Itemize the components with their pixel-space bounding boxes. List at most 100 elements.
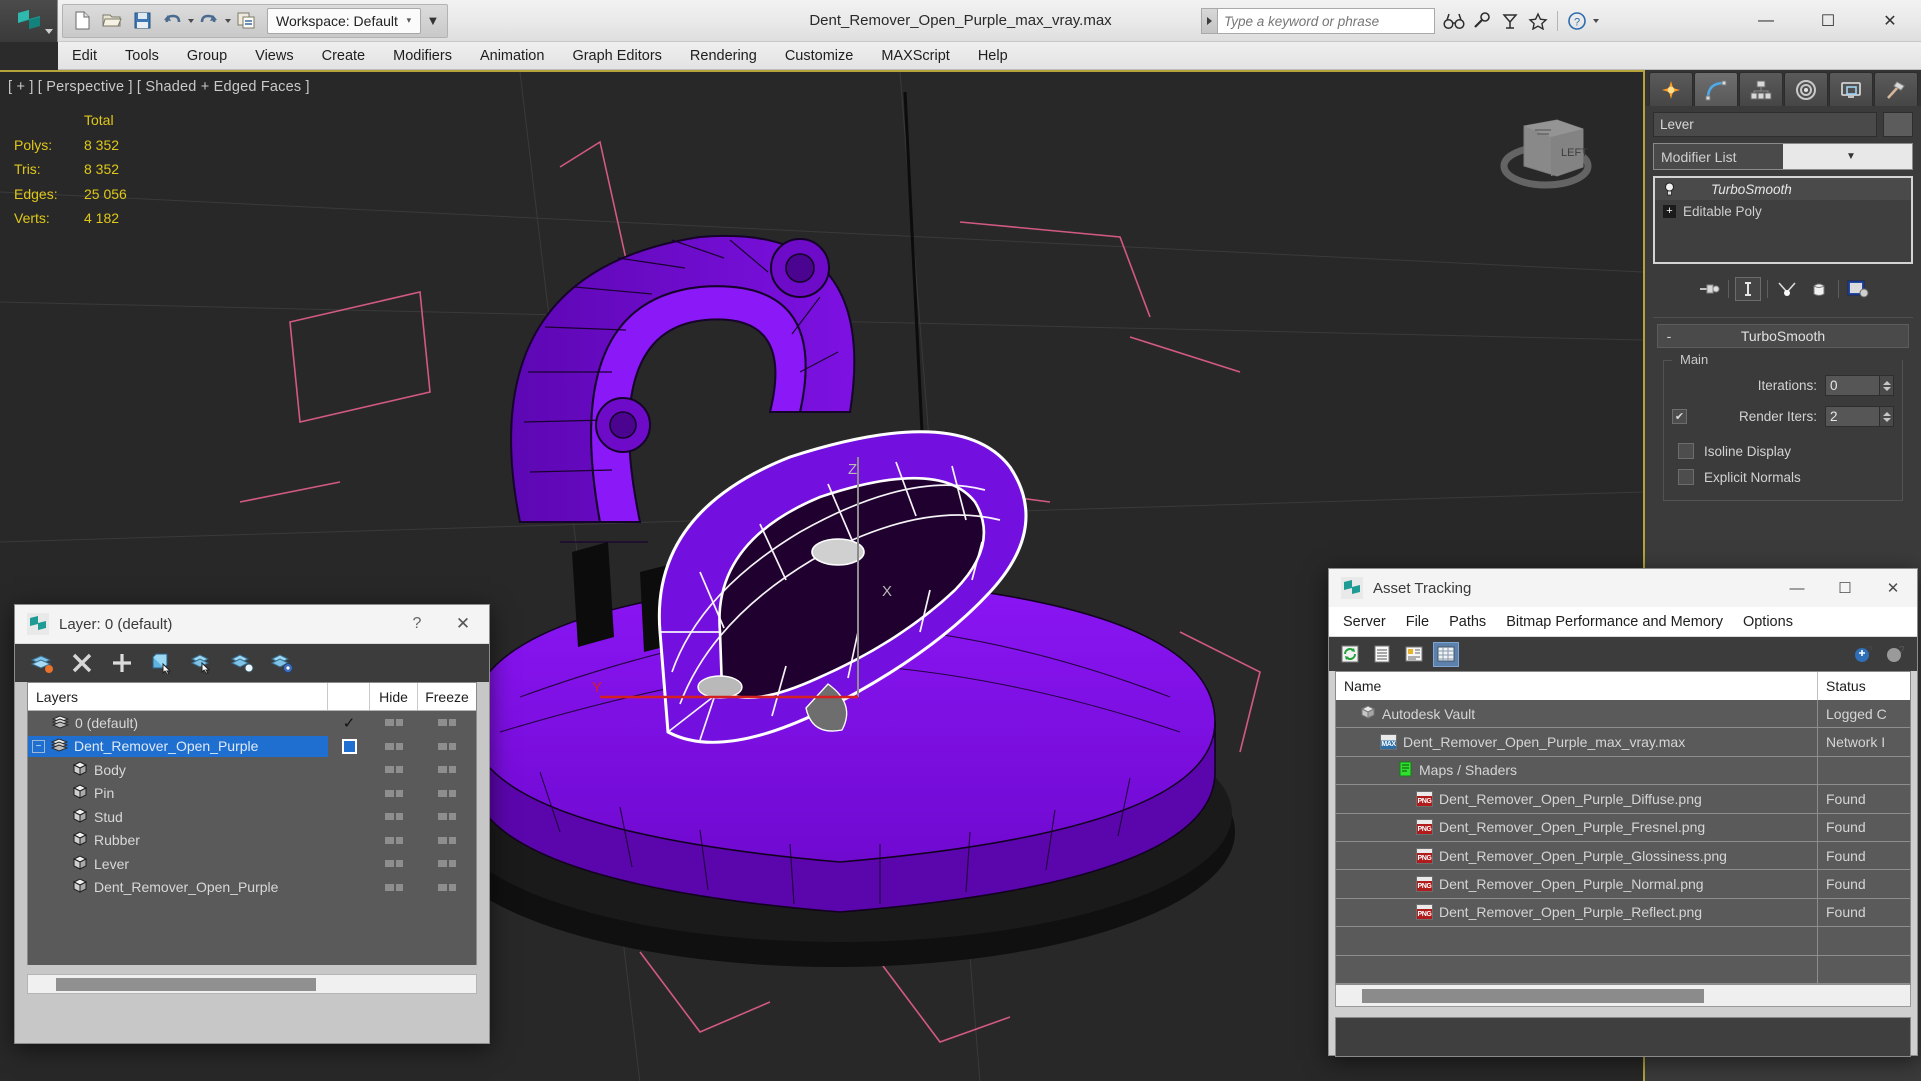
menu-graph-editors[interactable]: Graph Editors [558,45,675,67]
query-help-icon[interactable]: ? [1883,642,1909,667]
menu-animation[interactable]: Animation [466,45,558,67]
render-iters-checkbox[interactable]: ✔ [1672,409,1687,424]
layer-hide-toggle[interactable] [370,743,418,750]
asset-name-cell[interactable]: Autodesk Vault [1336,700,1818,727]
configure-sets-icon[interactable] [1845,277,1871,301]
workspace-expand-icon[interactable]: ▼ [423,6,443,36]
object-color-swatch[interactable] [1883,112,1913,137]
layer-freeze-toggle[interactable] [418,813,476,820]
add-layer-icon[interactable] [109,650,135,676]
plus-box-icon[interactable]: + [1663,205,1676,218]
help-icon[interactable]: ? [1564,8,1590,34]
rollout-header[interactable]: - TurboSmooth [1657,324,1909,348]
table-row[interactable]: PNG Dent_Remover_Open_Purple_Reflect.png… [1336,899,1910,927]
light-bulb-icon[interactable] [1663,182,1676,196]
asset-table[interactable]: Name Status Autodesk Vault Logged C MAX … [1335,671,1911,985]
menu-group[interactable]: Group [173,45,241,67]
table-row[interactable]: Autodesk Vault Logged C [1336,700,1910,728]
table-row[interactable]: PNG Dent_Remover_Open_Purple_Diffuse.png… [1336,785,1910,813]
layer-dialog-help-button[interactable]: ? [397,615,437,633]
layer-freeze-toggle[interactable] [418,766,476,773]
chevron-down-icon[interactable]: ▼ [1783,144,1912,169]
asset-name-cell[interactable]: PNG Dent_Remover_Open_Purple_Diffuse.png [1336,785,1818,812]
iterations-input[interactable] [1825,375,1880,396]
detail-view-icon[interactable] [1401,642,1427,667]
modify-tab[interactable] [1694,72,1738,106]
explicit-normals-row[interactable]: Explicit Normals [1672,464,1894,490]
menu-modifiers[interactable]: Modifiers [379,45,466,67]
window-maximize-button[interactable]: ☐ [1797,0,1859,42]
table-row[interactable]: 0 (default) ✓ [28,711,476,735]
asset-name-cell[interactable]: Maps / Shaders [1336,757,1818,784]
layer-freeze-toggle[interactable] [418,719,476,726]
window-close-button[interactable]: ✕ [1859,0,1921,42]
satellite-icon[interactable] [1497,8,1523,34]
highlight-selected-icon[interactable] [229,650,255,676]
window-minimize-button[interactable]: — [1735,0,1797,42]
layer-row-name[interactable]: Stud [28,806,328,827]
modifier-stack-item-editable-poly[interactable]: + Editable Poly [1655,200,1911,222]
utilities-tab[interactable] [1874,72,1918,106]
asset-scrollbar-thumb[interactable] [1362,989,1704,1003]
layer-freeze-toggle[interactable] [418,743,476,750]
layer-freeze-toggle[interactable] [418,884,476,891]
wrench-icon[interactable] [1469,8,1495,34]
table-row[interactable]: Lever [28,852,476,876]
table-row[interactable]: Stud [28,805,476,829]
remove-modifier-icon[interactable] [1806,277,1832,301]
add-help-icon[interactable]: ? [1851,642,1877,667]
asset-close-button[interactable]: ✕ [1869,569,1917,607]
layer-row-name[interactable]: Pin [28,783,328,804]
asset-minimize-button[interactable]: — [1773,569,1821,607]
layer-hide-toggle[interactable] [370,837,418,844]
menu-edit[interactable]: Edit [58,45,111,67]
table-row[interactable]: Maps / Shaders [1336,757,1910,785]
rollout-collapse-icon[interactable]: - [1658,328,1680,344]
asset-name-cell[interactable] [1336,956,1818,983]
isoline-display-row[interactable]: Isoline Display [1672,438,1894,464]
layer-scrollbar-thumb[interactable] [56,978,316,991]
delete-layer-icon[interactable] [69,650,95,676]
layer-hide-toggle[interactable] [370,884,418,891]
asset-name-cell[interactable]: MAX Dent_Remover_Open_Purple_max_vray.ma… [1336,728,1818,755]
create-tab[interactable] [1649,72,1693,106]
layer-dialog[interactable]: Layer: 0 (default) ? ✕ [14,604,490,1044]
layer-hide-toggle[interactable] [370,860,418,867]
asset-menu-bitmap-performance[interactable]: Bitmap Performance and Memory [1496,611,1733,633]
star-icon[interactable] [1525,8,1551,34]
menu-tools[interactable]: Tools [111,45,173,67]
display-tab[interactable] [1829,72,1873,106]
layer-row-name[interactable]: Body [28,759,328,780]
table-row[interactable]: Pin [28,782,476,806]
render-iters-spin-arrows[interactable] [1880,406,1894,427]
table-row[interactable]: PNG Dent_Remover_Open_Purple_Glossiness.… [1336,842,1910,870]
asset-horizontal-scrollbar[interactable] [1335,985,1911,1007]
asset-name-cell[interactable] [1336,927,1818,954]
asset-tracking-dialog[interactable]: Asset Tracking — ☐ ✕ Server File Paths B… [1328,568,1918,1056]
menu-help[interactable]: Help [964,45,1022,67]
new-layer-icon[interactable] [29,650,55,676]
asset-name-cell[interactable]: PNG Dent_Remover_Open_Purple_Glossiness.… [1336,842,1818,869]
asset-name-cell[interactable]: PNG Dent_Remover_Open_Purple_Normal.png [1336,870,1818,897]
iterations-spin-arrows[interactable] [1880,375,1894,396]
asset-menu-paths[interactable]: Paths [1439,611,1496,633]
viewport-label[interactable]: [ + ] [ Perspective ] [ Shaded + Edged F… [8,79,310,95]
asset-name-cell[interactable]: PNG Dent_Remover_Open_Purple_Fresnel.png [1336,814,1818,841]
logo-dropdown-caret-icon[interactable] [45,29,53,34]
save-icon[interactable] [127,6,157,36]
isoline-display-checkbox[interactable] [1678,443,1694,459]
layer-horizontal-scrollbar[interactable] [27,974,477,994]
asset-menu-options[interactable]: Options [1733,611,1803,633]
layer-freeze-toggle[interactable] [418,837,476,844]
project-folder-icon[interactable] [231,6,261,36]
asset-menu-file[interactable]: File [1396,611,1439,633]
layer-row-name[interactable]: 0 (default) [28,712,328,733]
help-dropdown-caret-icon[interactable] [1593,19,1599,23]
open-file-icon[interactable] [97,6,127,36]
hierarchy-tab[interactable] [1739,72,1783,106]
layer-hide-toggle[interactable] [370,813,418,820]
object-name-field[interactable]: Lever [1653,112,1877,137]
iterations-spinner[interactable] [1825,375,1894,396]
make-unique-icon[interactable] [1774,277,1800,301]
workspace-caret-icon[interactable]: ▾ [402,15,416,26]
